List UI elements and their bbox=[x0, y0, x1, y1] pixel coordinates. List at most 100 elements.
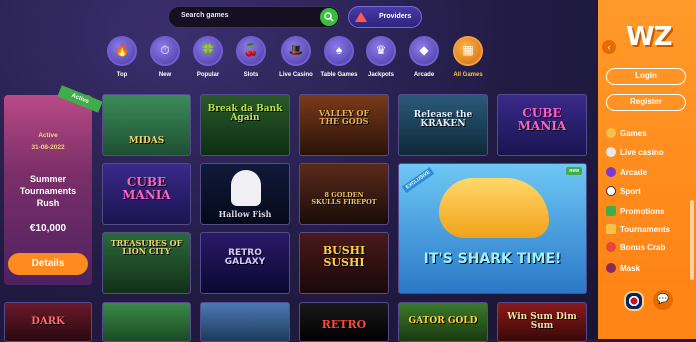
category-arcade[interactable]: ◆ Arcade bbox=[402, 36, 446, 86]
game-title: RETRO GALAXY bbox=[224, 248, 266, 268]
promo-date: 31-08-2022 bbox=[31, 144, 65, 151]
cards-icon: ♠ bbox=[324, 36, 354, 66]
category-label: Popular bbox=[196, 72, 220, 78]
category-label: Arcade bbox=[413, 72, 435, 78]
game-title: 8 GOLDEN SKULLS FIREPOT bbox=[311, 191, 377, 206]
providers-button[interactable]: Providers bbox=[348, 6, 422, 28]
category-slots[interactable]: 🍒 Slots bbox=[229, 36, 273, 86]
search-input[interactable]: Search games bbox=[181, 12, 228, 19]
search-bar[interactable]: Search games bbox=[168, 6, 340, 28]
game-tile[interactable]: TREASURES OF LION CITY bbox=[102, 232, 191, 294]
game-title: Release the KRAKEN bbox=[413, 110, 473, 130]
game-tile[interactable]: MIDAS bbox=[102, 94, 191, 156]
menu-label: Games bbox=[620, 129, 647, 138]
menu-label: Bonus Crab bbox=[620, 243, 666, 252]
new-badge: new bbox=[566, 167, 582, 175]
clover-icon: 🍀 bbox=[193, 36, 223, 66]
menu-label: Sport bbox=[620, 187, 641, 196]
promo-status: Active bbox=[38, 132, 58, 139]
menu-item-promotions[interactable]: Promotions bbox=[606, 206, 664, 218]
game-title: CUBE MANIA bbox=[517, 106, 567, 133]
game-tile[interactable]: RETRO GALAXY bbox=[200, 232, 290, 294]
category-label: Slots bbox=[243, 72, 259, 78]
game-title: GATOR GOLD bbox=[408, 316, 478, 326]
chevron-left-icon[interactable]: ‹ bbox=[602, 40, 616, 54]
register-button[interactable]: Register bbox=[606, 94, 686, 111]
menu-label: Promotions bbox=[620, 207, 665, 216]
menu-label: Arcade bbox=[620, 168, 648, 177]
panel-footer bbox=[598, 284, 696, 339]
game-tile[interactable] bbox=[102, 302, 191, 342]
game-title: RETRO bbox=[321, 318, 367, 331]
scrollbar[interactable] bbox=[690, 200, 694, 280]
menu-item-games[interactable]: Games bbox=[606, 128, 647, 140]
game-title: Win Sum Dim Sum bbox=[507, 312, 577, 332]
language-flag-icon[interactable] bbox=[624, 291, 644, 311]
game-title: Break da Bank Again bbox=[207, 104, 283, 124]
game-tile[interactable]: VALLEY OF THE GODS bbox=[299, 94, 389, 156]
details-button[interactable]: Details bbox=[8, 253, 88, 275]
category-label: Live Casino bbox=[279, 72, 313, 78]
game-title: TREASURES OF LION CITY bbox=[110, 238, 183, 257]
gem-icon: ◆ bbox=[409, 36, 439, 66]
game-title: DARK bbox=[31, 316, 65, 327]
category-popular[interactable]: 🍀 Popular bbox=[186, 36, 230, 86]
football-icon bbox=[606, 186, 616, 196]
game-title: BUSHI SUSHI bbox=[322, 244, 366, 269]
ghost-icon bbox=[231, 170, 261, 206]
brand-logo[interactable]: WZ bbox=[626, 22, 673, 52]
game-tile[interactable] bbox=[200, 302, 290, 342]
game-tile[interactable]: RETRO bbox=[299, 302, 389, 342]
new-icon: ⏱ bbox=[150, 36, 180, 66]
category-all-games[interactable]: ▦ All Games bbox=[446, 36, 490, 86]
game-tile[interactable]: GATOR GOLD bbox=[398, 302, 488, 342]
category-new[interactable]: ⏱ New bbox=[143, 36, 187, 86]
category-jackpots[interactable]: ♛ Jackpots bbox=[359, 36, 403, 86]
category-label: Top bbox=[116, 72, 128, 78]
game-tile[interactable]: Win Sum Dim Sum bbox=[497, 302, 587, 342]
game-tile[interactable]: Release the KRAKEN bbox=[398, 94, 488, 156]
menu-item-tournaments[interactable]: Tournaments bbox=[606, 224, 670, 236]
game-title: CUBE MANIA bbox=[122, 175, 171, 202]
game-tile[interactable]: BUSHI SUSHI bbox=[299, 232, 389, 294]
dealer-icon: 🎩 bbox=[281, 36, 311, 66]
mask-icon bbox=[606, 263, 616, 273]
search-button[interactable] bbox=[320, 8, 338, 26]
crab-icon bbox=[606, 242, 616, 252]
game-title: IT'S SHARK TIME! bbox=[423, 251, 562, 267]
menu-label: Mask bbox=[620, 264, 641, 273]
live-casino-icon bbox=[606, 147, 616, 157]
menu-item-live-casino[interactable]: Live casino bbox=[606, 147, 664, 159]
category-label: Table Games bbox=[320, 72, 358, 78]
cherry-icon: 🍒 bbox=[236, 36, 266, 66]
game-tile[interactable]: 8 GOLDEN SKULLS FIREPOT bbox=[299, 163, 389, 225]
game-tile[interactable]: CUBE MANIA bbox=[102, 163, 191, 225]
exclusive-badge: EXCLUSIVE bbox=[401, 166, 435, 194]
menu-label: Tournaments bbox=[620, 225, 671, 234]
menu-item-sport[interactable]: Sport bbox=[606, 186, 641, 198]
category-top[interactable]: 🔥 Top bbox=[100, 36, 144, 86]
login-button[interactable]: Login bbox=[606, 68, 686, 85]
crown-icon: ♛ bbox=[366, 36, 396, 66]
category-table-games[interactable]: ♠ Table Games bbox=[317, 36, 361, 86]
arcade-icon bbox=[606, 167, 616, 177]
chat-icon[interactable]: 💬 bbox=[653, 290, 673, 310]
side-panel: ‹ WZ Login Register Games Live casino Ar… bbox=[598, 0, 696, 339]
shark-icon bbox=[439, 178, 549, 238]
menu-item-mask[interactable]: Mask bbox=[606, 263, 640, 275]
game-tile[interactable]: Hallow Fish bbox=[200, 163, 290, 225]
game-tile[interactable]: DARK bbox=[4, 302, 92, 342]
flame-icon: 🔥 bbox=[107, 36, 137, 66]
search-icon bbox=[324, 12, 334, 22]
gift-icon bbox=[606, 206, 616, 216]
game-title: MIDAS bbox=[128, 136, 165, 146]
game-title: Hallow Fish bbox=[218, 209, 272, 219]
game-tile-featured[interactable]: EXCLUSIVE new IT'S SHARK TIME! bbox=[398, 163, 587, 294]
category-live-casino[interactable]: 🎩 Live Casino bbox=[274, 36, 318, 86]
game-tile[interactable]: CUBE MANIA bbox=[497, 94, 587, 156]
menu-item-bonus-crab[interactable]: Bonus Crab bbox=[606, 242, 665, 254]
grid-icon: ▦ bbox=[453, 36, 483, 66]
promo-card: Active Active 31-08-2022 Summer Tourname… bbox=[4, 85, 103, 285]
menu-item-arcade[interactable]: Arcade bbox=[606, 167, 647, 179]
game-tile[interactable]: Break da Bank Again bbox=[200, 94, 290, 156]
